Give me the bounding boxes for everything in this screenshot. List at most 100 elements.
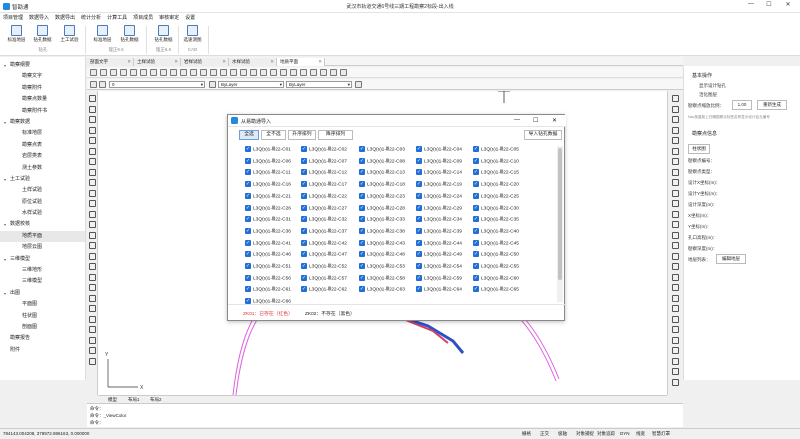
cad-tool-icon[interactable]: [140, 69, 147, 76]
cad-tool-icon[interactable]: [100, 69, 107, 76]
cad-tool-icon[interactable]: [310, 69, 317, 76]
borehole-checkbox-item[interactable]: ✓ L3Q(s)1-Ⅲ22-C56: [245, 274, 291, 283]
checkbox-checked-icon[interactable]: ✓: [416, 146, 422, 152]
column-chart-button[interactable]: 柱状图: [688, 144, 710, 154]
ribbon-lz95-strata-button[interactable]: 标准地层: [91, 24, 114, 46]
borehole-checkbox-item[interactable]: ✓ L3Q(s)1-Ⅲ22-C22: [301, 192, 347, 201]
menu-review[interactable]: 审核审定: [156, 13, 182, 22]
borehole-checkbox-item[interactable]: ✓ L3Q(s)1-Ⅲ22-C11: [245, 169, 291, 177]
borehole-checkbox-item[interactable]: ✓ L3Q(s)1-Ⅲ22-C60: [473, 274, 519, 283]
menu-tools[interactable]: 计算工具: [104, 13, 130, 22]
borehole-checkbox-item[interactable]: ✓ L3Q(s)1-Ⅲ22-C49: [416, 251, 462, 259]
checkbox-checked-icon[interactable]: ✓: [416, 204, 422, 211]
borehole-checkbox-item[interactable]: ✓ L3Q(s)1-Ⅲ22-C65: [473, 286, 519, 294]
status-toggle-smart[interactable]: 智慧灯罩: [652, 431, 670, 437]
sidebar-item[interactable]: 三维地形: [0, 265, 85, 276]
checkbox-checked-icon[interactable]: ✓: [473, 251, 479, 258]
checkbox-checked-icon[interactable]: ✓: [245, 239, 251, 246]
cad-tool-icon[interactable]: [230, 69, 237, 76]
doc-tab[interactable]: 水样试验 ✕: [229, 58, 277, 66]
modify-tool-icon[interactable]: [672, 294, 679, 302]
status-toggle-dyn[interactable]: DYN: [620, 431, 630, 436]
modify-tool-icon[interactable]: [672, 305, 679, 312]
menu-import[interactable]: 数据导入: [26, 13, 52, 22]
checkbox-checked-icon[interactable]: ✓: [416, 286, 422, 293]
checkbox-checked-icon[interactable]: ✓: [359, 239, 365, 246]
modify-tool-icon[interactable]: [672, 189, 679, 197]
checkbox-checked-icon[interactable]: ✓: [359, 157, 365, 164]
checkbox-checked-icon[interactable]: ✓: [473, 192, 479, 199]
borehole-checkbox-item[interactable]: ✓ L3Q(s)1-Ⅲ22-C46: [245, 251, 291, 259]
checkbox-checked-icon[interactable]: ✓: [473, 157, 479, 164]
checkbox-checked-icon[interactable]: ✓: [301, 192, 307, 199]
borehole-checkbox-item[interactable]: ✓ L3Q(s)1-Ⅲ22-C27: [301, 204, 347, 213]
doc-tab-active[interactable]: 地质平面 ✕: [277, 58, 325, 66]
borehole-checkbox-item[interactable]: ✓ L3Q(s)1-Ⅲ22-C17: [301, 181, 347, 189]
draw-tool-icon[interactable]: [89, 189, 96, 197]
borehole-checkbox-item[interactable]: ✓ L3Q(s)1-Ⅲ22-C64: [416, 286, 462, 294]
cad-tool-icon[interactable]: [250, 69, 257, 76]
checkbox-checked-icon[interactable]: ✓: [245, 146, 251, 152]
draw-tool-icon[interactable]: [89, 105, 96, 113]
borehole-checkbox-item[interactable]: ✓ L3Q(s)1-Ⅲ22-C44: [416, 239, 462, 248]
sidebar-section[interactable]: 附件: [0, 345, 85, 356]
ribbon-borehole-button[interactable]: 钻孔数据: [31, 24, 54, 46]
sidebar-item[interactable]: 水样试验: [0, 208, 85, 219]
status-toggle-ortho[interactable]: 正交: [540, 431, 549, 437]
dialog-close-button[interactable]: ✕: [552, 117, 557, 124]
sidebar-item[interactable]: 剖面图: [0, 322, 85, 333]
borehole-checkbox-item[interactable]: ✓ L3Q(s)1-Ⅲ22-C12: [301, 169, 347, 177]
draw-tool-icon[interactable]: [89, 137, 96, 144]
doc-tab[interactable]: 剖面文字 ✕: [87, 58, 134, 66]
draw-tool-icon[interactable]: [89, 158, 96, 165]
import-borehole-button[interactable]: 导入钻孔数据: [524, 130, 562, 140]
checkbox-checked-icon[interactable]: ✓: [359, 146, 365, 152]
sidebar-section[interactable]: 土工试验: [0, 174, 85, 185]
borehole-checkbox-item[interactable]: ✓ L3Q(s)1-Ⅲ22-C19: [416, 181, 462, 189]
sidebar-item[interactable]: 柱状图: [0, 311, 85, 322]
checkbox-checked-icon[interactable]: ✓: [359, 181, 365, 188]
borehole-checkbox-item[interactable]: ✓ L3Q(s)1-Ⅲ22-C07: [301, 157, 347, 166]
borehole-checkbox-item[interactable]: ✓ L3Q(s)1-Ⅲ22-C14: [416, 169, 462, 177]
modify-tool-icon[interactable]: [672, 147, 679, 155]
checkbox-checked-icon[interactable]: ✓: [359, 286, 365, 293]
modify-tool-icon[interactable]: [672, 336, 679, 344]
modify-tool-icon[interactable]: [672, 200, 679, 207]
checkbox-checked-icon[interactable]: ✓: [301, 286, 307, 293]
sidebar-item[interactable]: 岩层类表: [0, 151, 85, 162]
checkbox-checked-icon[interactable]: ✓: [301, 274, 307, 281]
modify-tool-icon[interactable]: [672, 263, 679, 270]
ribbon-lz95-borehole-button[interactable]: 钻孔数据: [118, 24, 141, 46]
sidebar-section[interactable]: 三维模型: [0, 254, 85, 265]
checkbox-checked-icon[interactable]: ✓: [416, 216, 422, 223]
draw-tool-icon[interactable]: [89, 147, 96, 155]
modify-tool-icon[interactable]: [672, 231, 679, 239]
checkbox-checked-icon[interactable]: ✓: [245, 192, 251, 199]
sidebar-item[interactable]: 原位试验: [0, 197, 85, 208]
borehole-checkbox-item[interactable]: ✓ L3Q(s)1-Ⅲ22-C54: [416, 263, 462, 271]
borehole-checkbox-item[interactable]: ✓ L3Q(s)1-Ⅲ22-C63: [359, 286, 405, 294]
borehole-checkbox-item[interactable]: ✓ L3Q(s)1-Ⅲ22-C39: [416, 227, 462, 236]
checkbox-checked-icon[interactable]: ✓: [473, 146, 479, 152]
command-window[interactable]: 命令： 命令：_ViewColor 命令：: [87, 403, 683, 427]
draw-tool-icon[interactable]: [89, 95, 96, 102]
cad-tool-icon[interactable]: [290, 69, 297, 76]
borehole-checkbox-item[interactable]: ✓ L3Q(s)1-Ⅲ22-C57: [301, 274, 347, 283]
borehole-checkbox-item[interactable]: ✓ L3Q(s)1-Ⅲ22-C42: [301, 239, 347, 248]
sidebar-section[interactable]: 出图: [0, 288, 85, 299]
ribbon-std-strata-button[interactable]: 标准地层: [5, 24, 28, 46]
menu-members[interactable]: 项目成员: [130, 13, 156, 22]
checkbox-checked-icon[interactable]: ✓: [473, 227, 479, 234]
checkbox-checked-icon[interactable]: ✓: [473, 263, 479, 269]
borehole-checkbox-item[interactable]: ✓ L3Q(s)1-Ⅲ22-C31: [245, 216, 291, 224]
borehole-checkbox-item[interactable]: ✓ L3Q(s)1-Ⅲ22-C34: [416, 216, 462, 224]
modify-tool-icon[interactable]: [672, 284, 679, 291]
modify-tool-icon[interactable]: [672, 126, 679, 134]
borehole-checkbox-item[interactable]: ✓ L3Q(s)1-Ⅲ22-C33: [359, 216, 405, 224]
borehole-checkbox-item[interactable]: ✓ L3Q(s)1-Ⅲ22-C06: [245, 157, 291, 166]
scale-input[interactable]: 1.00: [732, 100, 752, 110]
cad-tool-icon[interactable]: [220, 69, 227, 76]
borehole-checkbox-item[interactable]: ✓ L3Q(s)1-Ⅲ22-C28: [359, 204, 405, 213]
draw-tool-icon[interactable]: [89, 252, 96, 260]
layer-manager-icon[interactable]: [90, 81, 97, 88]
